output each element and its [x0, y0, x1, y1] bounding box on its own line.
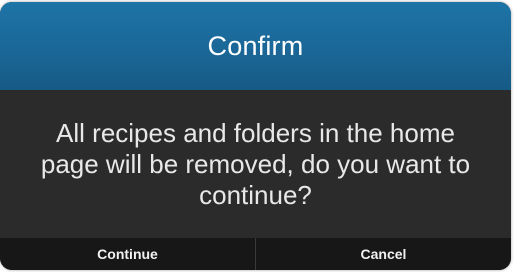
dialog-message: All recipes and folders in the home page… — [40, 117, 471, 210]
dialog-header: Confirm — [0, 2, 511, 90]
cancel-button[interactable]: Cancel — [256, 238, 511, 270]
confirm-dialog: Confirm All recipes and folders in the h… — [0, 2, 511, 270]
continue-button[interactable]: Continue — [0, 238, 255, 270]
dialog-button-bar: Continue Cancel — [0, 238, 511, 270]
dialog-title: Confirm — [207, 30, 304, 61]
dialog-body: All recipes and folders in the home page… — [0, 90, 511, 238]
